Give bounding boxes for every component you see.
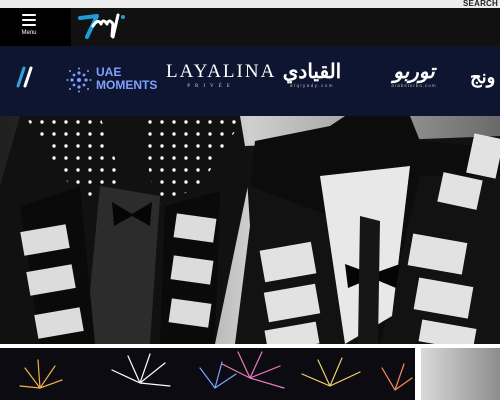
arabsturbo-url: arabsturbo.com <box>391 83 437 88</box>
fireworks-tile[interactable] <box>0 348 415 400</box>
fireworks-illustration <box>0 348 415 400</box>
alqiyadi-label: القيادي <box>282 61 342 83</box>
partner-uae-moments[interactable]: UAE MOMENTS <box>66 65 158 93</box>
site-header: Menu <box>0 8 500 46</box>
menu-button[interactable]: Menu <box>0 8 71 46</box>
hamburger-icon <box>22 14 36 29</box>
secondary-tile[interactable] <box>421 348 500 400</box>
partner-mark-logo[interactable] <box>14 64 36 90</box>
layalina-label: LAYALINA <box>166 61 277 82</box>
utility-bar: SEARCH <box>0 0 500 8</box>
partner-layalina[interactable]: LAYALINA PRIVÉE <box>166 61 277 96</box>
partner-partial[interactable]: ونج <box>470 66 500 92</box>
hero-image[interactable] <box>0 116 500 344</box>
alqiyadi-url: alqiyady.com <box>290 83 334 88</box>
partner-arabsturbo[interactable]: توربو arabsturbo.com <box>382 61 446 101</box>
uae-moments-label: UAE MOMENTS <box>96 65 158 92</box>
partial-partner-label: ونج <box>470 67 496 87</box>
layalina-sublabel: PRIVÉE <box>187 84 235 89</box>
partner-sites-bar: UAE MOMENTS LAYALINA PRIVÉE القيادي alqi… <box>0 46 500 116</box>
search-link[interactable]: SEARCH <box>463 0 498 8</box>
menu-label: Menu <box>21 30 37 36</box>
uae-moments-logo-icon <box>66 67 92 93</box>
arabsturbo-label: توربو <box>393 61 435 83</box>
hero-performers-illustration <box>0 116 500 344</box>
tamm-logo[interactable] <box>77 11 133 43</box>
partner-alqiyadi[interactable]: القيادي alqiyady.com <box>272 61 352 101</box>
